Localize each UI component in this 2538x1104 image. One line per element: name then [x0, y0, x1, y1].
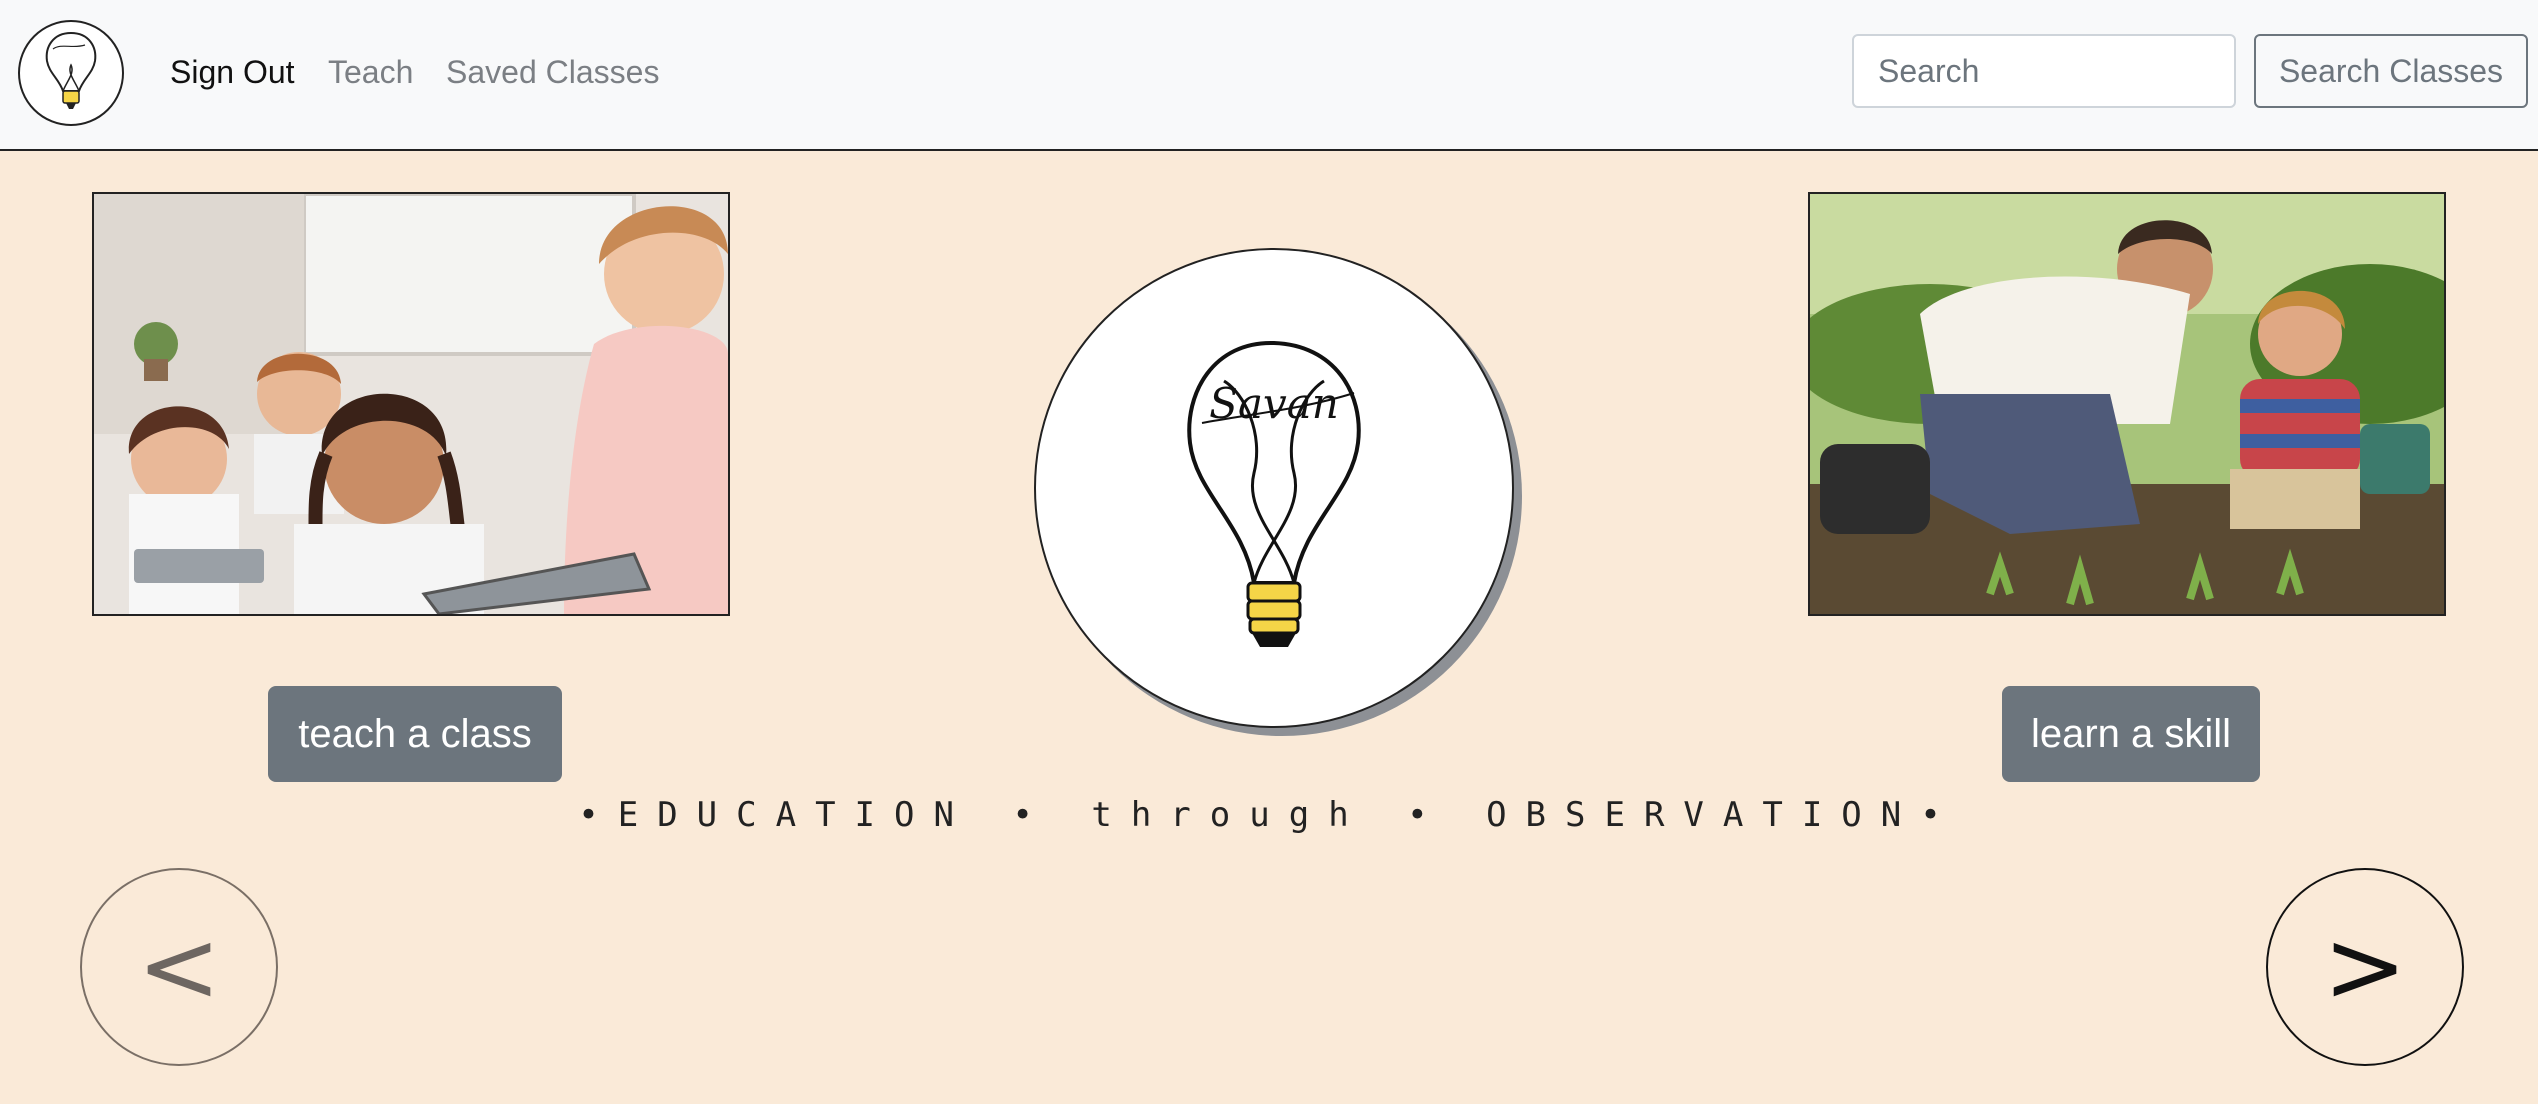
nav-saved-classes[interactable]: Saved Classes: [446, 52, 659, 92]
center-lightbulb-logo: Savan: [1034, 248, 1514, 728]
lightbulb-logo-icon: [45, 31, 97, 109]
tagline: •EDUCATION • through • OBSERVATION•: [578, 795, 1960, 835]
children-with-tablets-photo: [92, 192, 730, 616]
father-son-gardening-photo: [1808, 192, 2446, 616]
learn-a-skill-button[interactable]: learn a skill: [2002, 686, 2260, 782]
search-input[interactable]: [1852, 34, 2236, 108]
carousel-prev-button[interactable]: <: [80, 868, 278, 1066]
carousel-next-button[interactable]: >: [2266, 868, 2464, 1066]
search-classes-button[interactable]: Search Classes: [2254, 34, 2528, 108]
lightbulb-signature-icon: Savan: [1187, 340, 1361, 647]
teach-a-class-button[interactable]: teach a class: [268, 686, 562, 782]
navbar: Sign Out Teach Saved Classes Search Clas…: [0, 0, 2538, 151]
brand-logo[interactable]: [18, 20, 124, 126]
nav-teach[interactable]: Teach: [328, 52, 413, 92]
nav-sign-out[interactable]: Sign Out: [170, 52, 295, 92]
logo-signature: Savan: [1209, 379, 1339, 428]
